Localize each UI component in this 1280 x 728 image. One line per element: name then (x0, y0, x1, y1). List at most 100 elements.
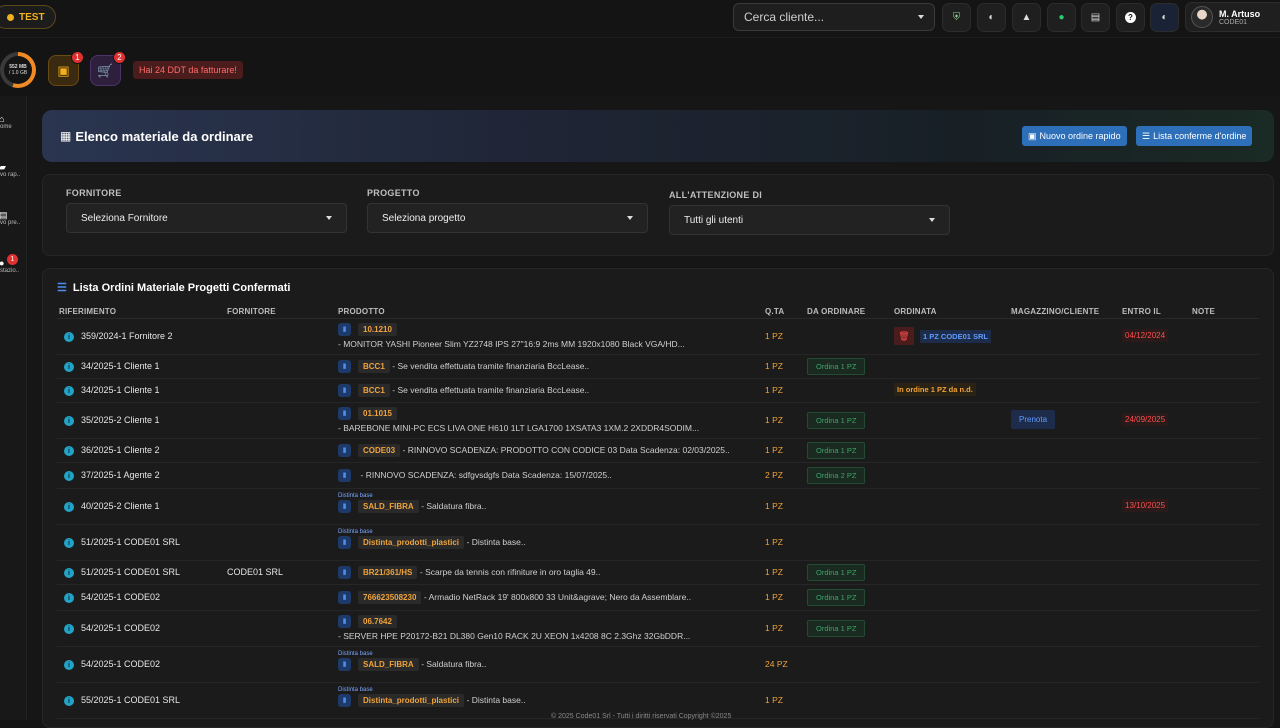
shield-icon-button[interactable]: ⛨ (942, 3, 971, 32)
table-row[interactable]: i 34/2025-1 Cliente 1 ▮ BCC1 - Se vendita e… (57, 355, 1259, 379)
info-icon[interactable]: i (64, 660, 74, 670)
green-status-icon: ● (1058, 12, 1065, 23)
table-row[interactable]: i 34/2025-1 Cliente 1 ▮ BCC1 - Se vendita e… (57, 379, 1259, 403)
table-row[interactable]: i 51/2025-1 CODE01 SRL CODE01 SRL ▮ BR21/361… (57, 561, 1259, 585)
product-code[interactable]: 766623508230 (358, 591, 422, 604)
new-quick-order-label: Nuovo ordine rapido (1039, 131, 1121, 141)
product-icon[interactable]: ▮ (338, 469, 351, 482)
product-icon[interactable]: ▮ (338, 444, 351, 458)
info-icon[interactable]: i (64, 386, 74, 396)
info-icon[interactable]: i (64, 332, 74, 342)
order-button[interactable]: Ordina 1 PZ (807, 620, 866, 637)
product-code[interactable]: BCC1 (358, 360, 390, 373)
table-row[interactable]: i 54/2025-1 CODE02 Distinta base ▮ SALD_FIBR… (57, 647, 1259, 683)
product-icon[interactable]: ▮ (338, 566, 351, 580)
product-code[interactable]: 06.7642 (358, 615, 397, 628)
chevron-down-icon (326, 216, 332, 220)
column-header: Q.TA (765, 307, 785, 316)
cap-icon-button[interactable]: ▲ (1012, 3, 1041, 32)
product-code[interactable]: 01.1015 (358, 407, 397, 420)
product-icon[interactable]: ▮ (338, 658, 351, 672)
test-env-badge: TEST (0, 5, 56, 29)
order-button[interactable]: Ordina 1 PZ (807, 589, 866, 606)
order-button[interactable]: Ordina 1 PZ (807, 358, 866, 375)
reserve-label: Prenota (1011, 410, 1056, 429)
status-icon-button[interactable]: ● (1047, 3, 1076, 32)
info-icon[interactable]: i (64, 471, 74, 481)
table-header: RIFERIMENTO FORNITORE PRODOTTO Q.TA DA ORDIN… (57, 303, 1259, 319)
reserve-button[interactable]: Prenota (1011, 410, 1056, 429)
sidebar-item-label: ome (0, 124, 12, 130)
user-menu[interactable]: M. Artuso CODE01 (1185, 2, 1280, 32)
table-row[interactable]: i 40/2025-2 Cliente 1 Distinta base ▮ SALD_F… (57, 489, 1259, 525)
column-header: ENTRO IL (1122, 307, 1161, 316)
product-code[interactable]: SALD_FIBRA (358, 500, 419, 513)
order-button[interactable]: Ordina 2 PZ (807, 467, 866, 484)
orders-badge: 1 (71, 51, 84, 64)
product-code[interactable]: CODE03 (358, 444, 401, 457)
product-code[interactable]: SALD_FIBRA (358, 658, 419, 671)
table-row[interactable]: i 54/2025-1 CODE02 ▮ 766623508230 - Armadio… (57, 585, 1259, 611)
storage-usage-ring: 552 MB / 1.0 GB (0, 52, 36, 88)
info-icon[interactable]: i (64, 446, 74, 456)
table-row[interactable]: i 37/2025-1 Agente 2 ▮ - RINNOVO SCADENZA:… (57, 463, 1259, 489)
order-button[interactable]: Ordina 1 PZ (807, 564, 866, 581)
theme-toggle-button[interactable]: ◐ (1150, 3, 1179, 32)
order-button[interactable]: Ordina 1 PZ (807, 442, 866, 459)
table-row[interactable]: i 35/2025-2 Cliente 1 ▮ 01.1015 - BAREBONE M… (57, 403, 1259, 439)
status-dot-icon (7, 13, 14, 21)
sidebar-item-stations[interactable]: ● stazio.. 1 (0, 254, 27, 274)
quantity: 1 PZ (765, 592, 783, 602)
sidebar-item-new-quick[interactable]: ▰ vo rap.. (0, 162, 27, 178)
chevron-down-icon (918, 15, 924, 19)
search-placeholder: Cerca cliente... (744, 10, 825, 24)
moon-icon-button[interactable]: ◐ (977, 3, 1006, 32)
product-icon[interactable]: ▮ (338, 591, 351, 605)
info-icon[interactable]: i (64, 538, 74, 548)
table-row[interactable]: i 54/2025-1 CODE02 ▮ 06.7642 - SERVER HPE P2… (57, 611, 1259, 647)
product-code[interactable]: 10.1210 (358, 323, 397, 336)
table-row[interactable]: i 51/2025-1 CODE01 SRL Distinta base ▮ Disti… (57, 525, 1259, 561)
order-confirmations-button[interactable]: ☰ Lista conferme d'ordine (1136, 126, 1253, 146)
orders-quick-button[interactable]: ▣ 1 (48, 51, 84, 86)
attention-select[interactable]: Tutti gli utenti (669, 205, 950, 235)
new-quick-order-button[interactable]: ▣ Nuovo ordine rapido (1022, 126, 1127, 146)
ordered-cell: 🗑 1 PZ CODE01 SRL (894, 327, 992, 345)
product-description: - Saldatura fibra.. (421, 659, 487, 669)
quantity: 24 PZ (765, 659, 788, 669)
info-icon[interactable]: i (64, 416, 74, 426)
product-code[interactable]: Distinta_prodotti_plastici (358, 694, 465, 707)
product-code[interactable]: BCC1 (358, 384, 390, 397)
trash-icon[interactable]: 🗑 (894, 327, 914, 345)
product-code[interactable]: Distinta_prodotti_plastici (358, 536, 465, 549)
sidebar-item-home[interactable]: ⌂ ome (0, 114, 27, 130)
table-row[interactable]: i 36/2025-1 Cliente 2 ▮ CODE03 - RINNOVO SC… (57, 439, 1259, 463)
project-select[interactable]: Seleziona progetto (367, 203, 648, 233)
cart-quick-button[interactable]: 🛒 2 (90, 51, 126, 86)
product-icon[interactable]: ▮ (338, 384, 351, 398)
product-icon[interactable]: ▮ (338, 360, 351, 374)
product-icon[interactable]: ▮ (338, 694, 351, 708)
info-icon[interactable]: i (64, 502, 74, 512)
table-row[interactable]: i 359/2024-1 Fornitore 2 ▮ 10.1210 - MONITOR… (57, 319, 1259, 355)
help-button[interactable]: ? (1116, 3, 1145, 32)
product-icon[interactable]: ▮ (338, 500, 351, 514)
supplier-select[interactable]: Seleziona Fornitore (66, 203, 347, 233)
product-icon[interactable]: ▮ (338, 407, 351, 421)
info-icon[interactable]: i (64, 593, 74, 603)
info-icon[interactable]: i (64, 568, 74, 578)
info-icon[interactable]: i (64, 696, 74, 706)
product-code[interactable]: BR21/361/HS (358, 566, 418, 579)
document-icon-button[interactable]: ▤ (1081, 3, 1110, 32)
customer-search-select[interactable]: Cerca cliente... (733, 3, 935, 31)
sidebar-item-new-quote[interactable]: ▤ vo pre.. (0, 210, 27, 226)
reference: 55/2025-1 CODE01 SRL (81, 695, 181, 705)
info-icon[interactable]: i (64, 624, 74, 634)
product-icon[interactable]: ▮ (338, 323, 351, 337)
order-button[interactable]: Ordina 1 PZ (807, 412, 866, 429)
ddt-alert[interactable]: Hai 24 DDT da fatturare! (133, 61, 243, 79)
product-icon[interactable]: ▮ (338, 536, 351, 550)
supplier-label: FORNITORE (66, 188, 122, 198)
info-icon[interactable]: i (64, 362, 74, 372)
product-icon[interactable]: ▮ (338, 615, 351, 629)
